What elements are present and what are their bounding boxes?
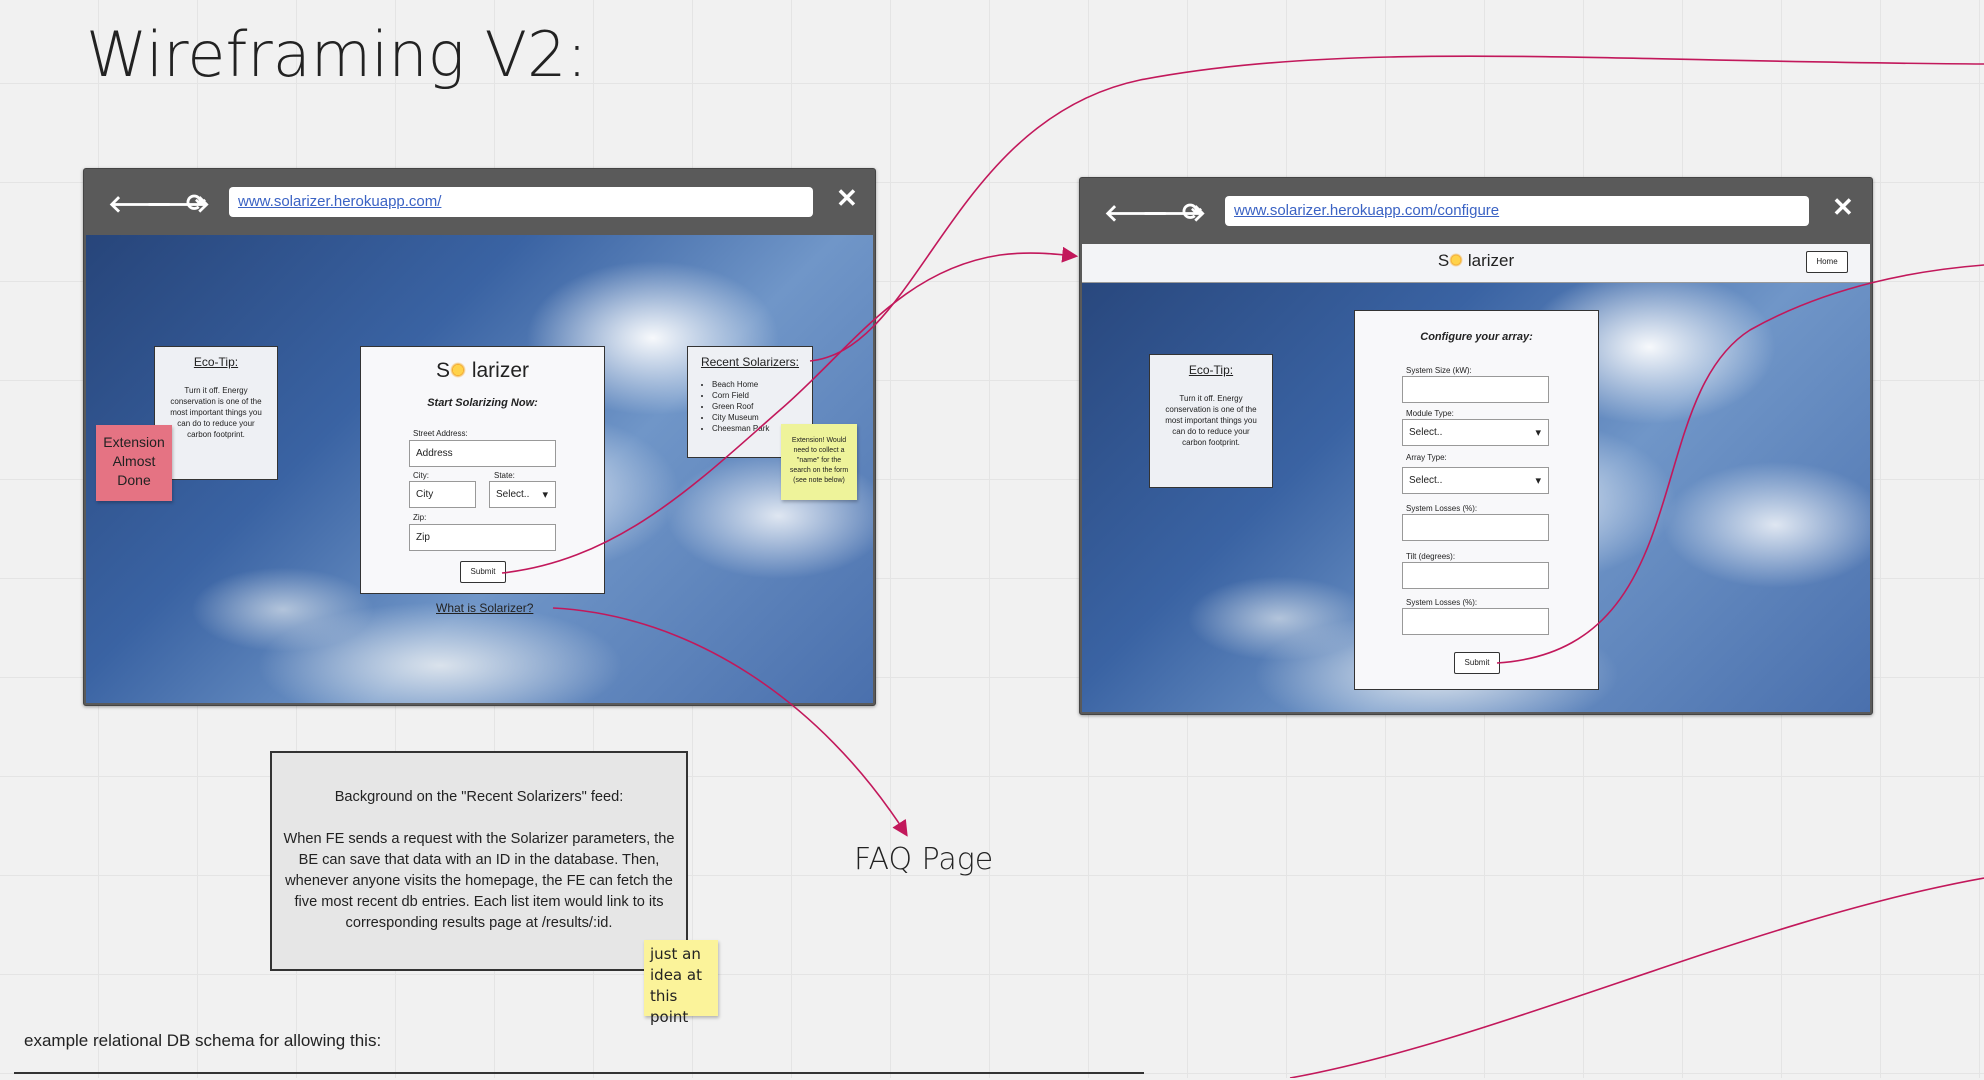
connector-what-is-to-faq [552, 607, 908, 837]
connector-configure-submit [1496, 264, 1984, 664]
connector-submit-to-configure [501, 246, 1079, 574]
connector-arrows [501, 55, 1984, 1078]
connector-bottom-right [1289, 877, 1984, 1078]
connector-recent-to-configure [809, 55, 1984, 362]
